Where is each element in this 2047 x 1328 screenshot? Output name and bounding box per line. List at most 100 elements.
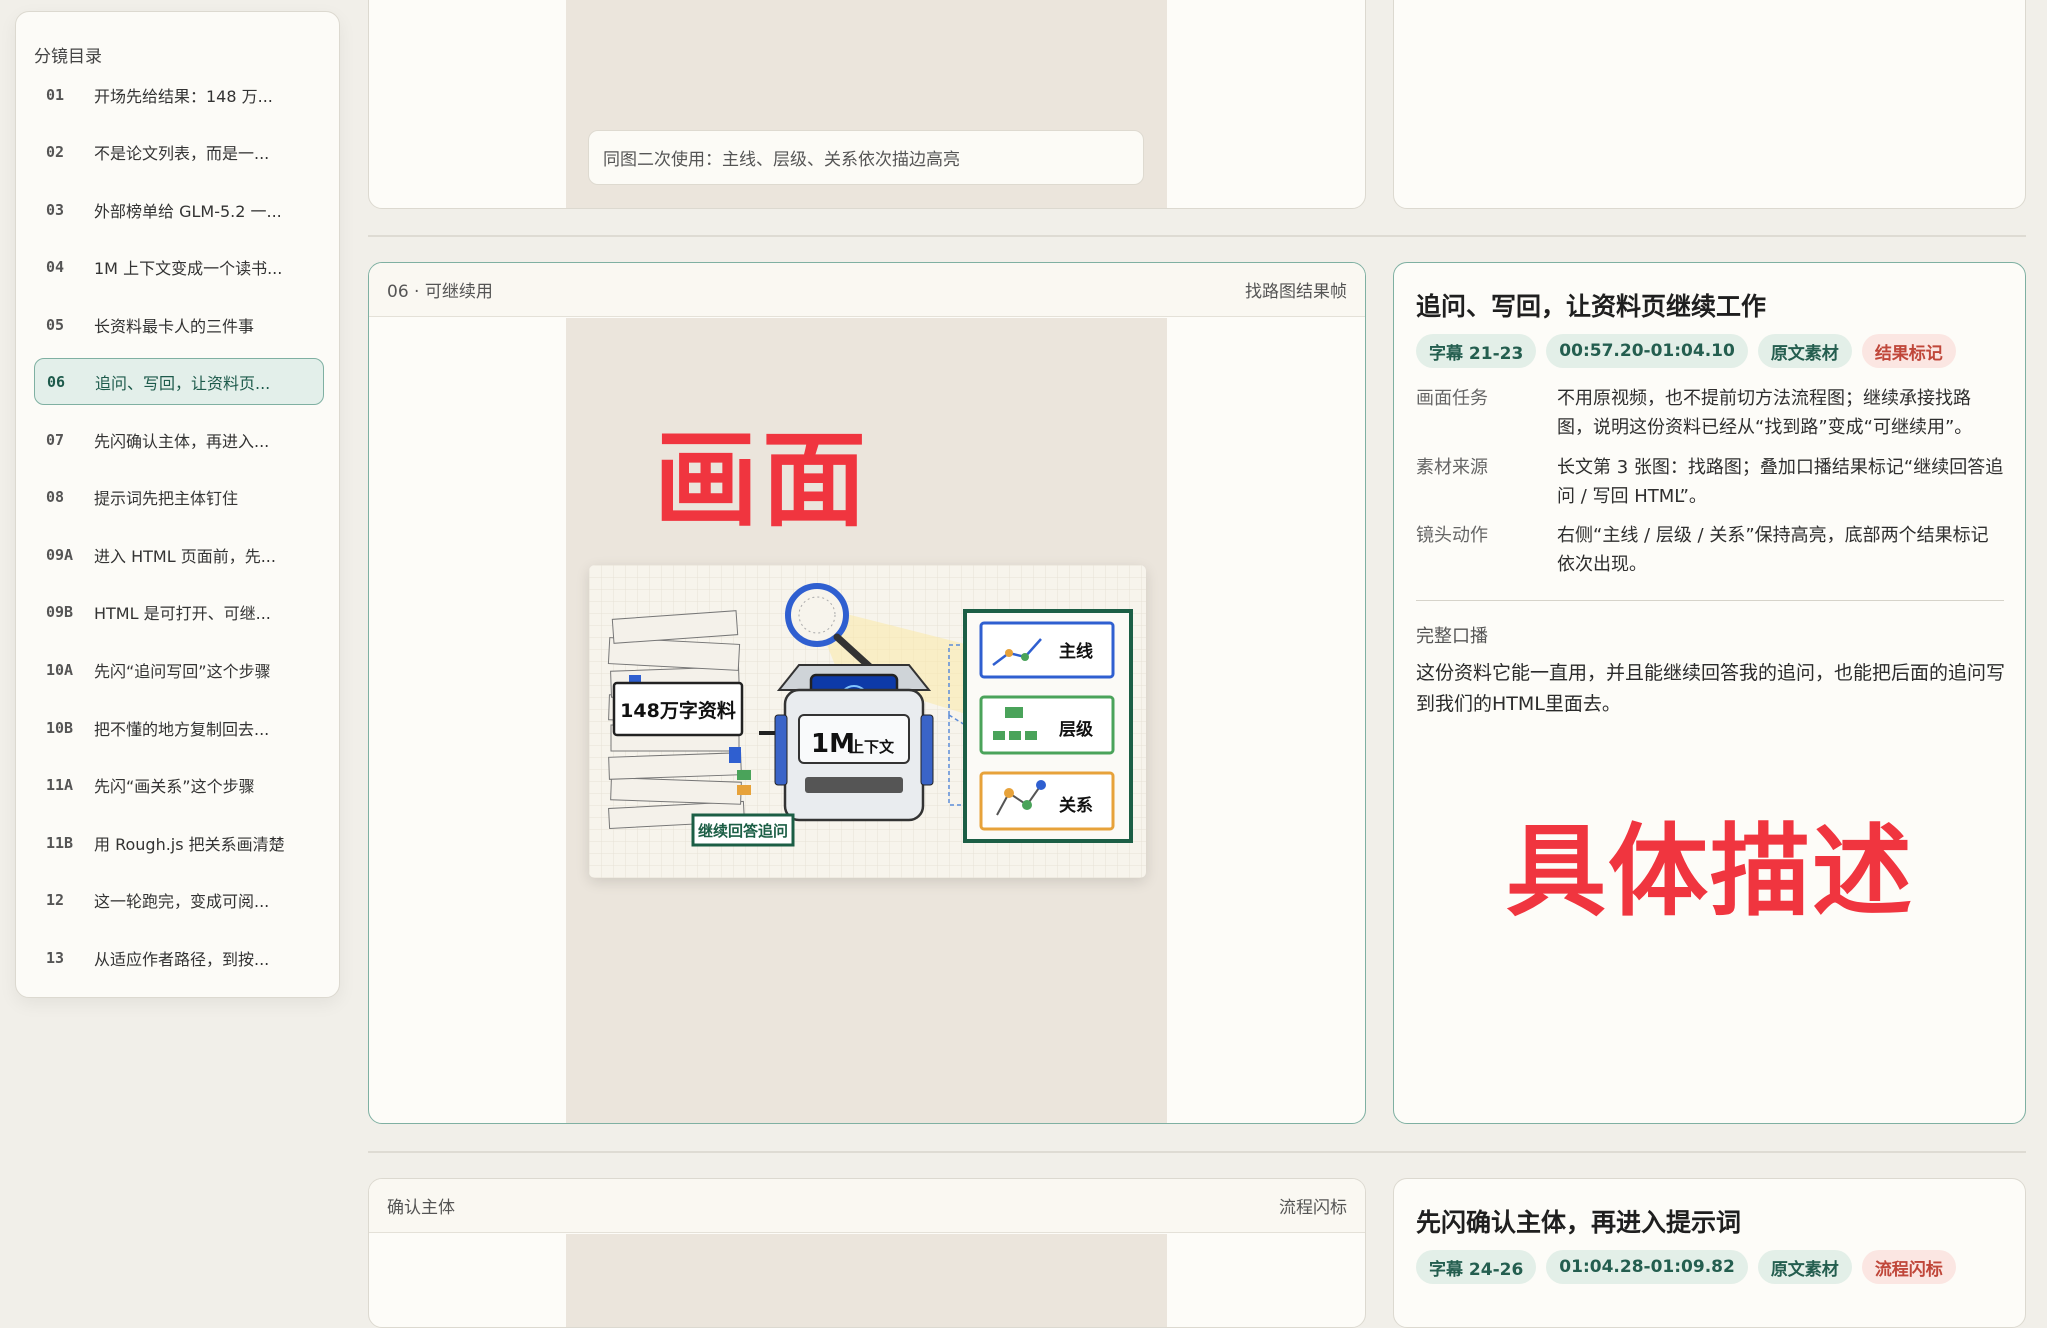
shot-07-title: 先闪确认主体，再进入提示词 xyxy=(1416,1208,1742,1237)
sidebar-item-09b[interactable]: 09B HTML 是可打开、可继... xyxy=(34,588,324,635)
shot-06-title: 追问、写回，让资料页继续工作 xyxy=(1416,292,1767,321)
overlay-label-description: 具体描述 xyxy=(1506,813,1914,930)
shot-06-header: 06 · 可继续用 找路图结果帧 xyxy=(369,263,1365,317)
detail-divider xyxy=(1416,600,2004,601)
meta-tag: 01:04.28-01:09.82 xyxy=(1546,1250,1748,1284)
meta-tag: 字幕 21-23 xyxy=(1416,334,1537,368)
sidebar-item-number: 11B xyxy=(46,833,74,852)
detail-row-value: 右侧“主线 / 层级 / 关系”保持高亮，底部两个结果标记依次出现。 xyxy=(1557,525,1989,575)
sidebar-title: 分镜目录 xyxy=(34,47,102,67)
path-finding-illustration: 148万字资料 1M 上下文 继续回答追问 主线 层级 关系 xyxy=(589,565,1146,878)
sidebar-item-label: 1M 上下文变成一个读书... xyxy=(94,258,283,278)
sidebar-item-label: 追问、写回，让资料页... xyxy=(95,373,271,393)
sidebar-item-number: 12 xyxy=(46,890,65,909)
sidebar-item-label: 这一轮跑完，变成可阅... xyxy=(94,891,270,911)
detail-row: 画面任务 不用原视频，也不提前切方法流程图；继续承接找路图，说明这份资料已经从“找… xyxy=(1416,384,2006,442)
sidebar-item-number: 13 xyxy=(46,948,65,967)
svg-text:继续回答追问: 继续回答追问 xyxy=(698,822,788,840)
sidebar-item-label: 长资料最卡人的三件事 xyxy=(94,316,255,336)
sidebar-item-number: 02 xyxy=(46,142,65,161)
sidebar-item-12[interactable]: 12 这一轮跑完，变成可阅... xyxy=(34,876,324,923)
sidebar-item-number: 11A xyxy=(46,775,74,794)
divider xyxy=(368,1151,2026,1153)
sidebar-item-number: 09B xyxy=(46,602,74,621)
shot-07-frame-card[interactable]: 确认主体 流程闪标 xyxy=(368,1178,1366,1328)
svg-text:层级: 层级 xyxy=(1059,719,1093,740)
shot-07-header: 确认主体 流程闪标 xyxy=(369,1179,1365,1233)
relation-panel: 关系 xyxy=(979,771,1115,831)
meta-tag: 原文素材 xyxy=(1757,1250,1852,1284)
shot-07-frame-type: 流程闪标 xyxy=(1279,1198,1347,1218)
full-narration-label: 完整口播 xyxy=(1416,626,1488,647)
sidebar-item-label: 提示词先把主体钉住 xyxy=(94,488,239,508)
shot-06-frame-type: 找路图结果帧 xyxy=(1245,282,1347,302)
sidebar-item-03[interactable]: 03 外部榜单给 GLM-5.2 一... xyxy=(34,186,324,233)
storyboard-sidebar: 分镜目录 01 开场先给结果：148 万... 02 不是论文列表，而是一... 03 外… xyxy=(15,11,340,998)
sidebar-item-06[interactable]: 06 追问、写回，让资料页... xyxy=(34,358,324,405)
sidebar-item-number: 01 xyxy=(46,85,65,104)
prev-shot-detail-card xyxy=(1393,0,2026,209)
meta-tag: 结果标记 xyxy=(1861,334,1956,368)
sidebar-item-label: 用 Rough.js 把关系画清楚 xyxy=(94,834,285,854)
sidebar-item-number: 09A xyxy=(46,545,74,564)
sidebar-item-11b[interactable]: 11B 用 Rough.js 把关系画清楚 xyxy=(34,819,324,866)
detail-row: 素材来源 长文第 3 张图：找路图；叠加口播结果标记“继续回答追问 / 写回 HT… xyxy=(1416,453,2006,511)
sidebar-item-05[interactable]: 05 长资料最卡人的三件事 xyxy=(34,301,324,348)
sidebar-item-number: 05 xyxy=(46,315,65,334)
detail-row-key: 素材来源 xyxy=(1416,457,1488,478)
meta-tag: 流程闪标 xyxy=(1861,1250,1956,1284)
shot-07-name: 确认主体 xyxy=(387,1198,455,1218)
detail-row-value: 不用原视频，也不提前切方法流程图；继续承接找路图，说明这份资料已经从“找到路”变… xyxy=(1557,388,1973,438)
sidebar-item-number: 10A xyxy=(46,660,74,679)
sidebar-item-label: 先闪“画关系”这个步骤 xyxy=(94,776,255,796)
detail-row-key: 画面任务 xyxy=(1416,388,1488,409)
meta-tag: 00:57.20-01:04.10 xyxy=(1546,334,1748,368)
sidebar-item-10b[interactable]: 10B 把不懂的地方复制回去... xyxy=(34,704,324,751)
sidebar-item-04[interactable]: 04 1M 上下文变成一个读书... xyxy=(34,243,324,290)
sidebar-item-number: 07 xyxy=(46,430,65,449)
illustration-svg: 148万字资料 1M 上下文 继续回答追问 主线 层级 关系 xyxy=(589,565,1146,878)
hierarchy-panel: 层级 xyxy=(979,695,1115,755)
sidebar-item-07[interactable]: 07 先闪确认主体，再进入... xyxy=(34,416,324,463)
divider xyxy=(368,235,2026,237)
svg-text:关系: 关系 xyxy=(1059,795,1093,816)
sidebar-item-label: 先闪确认主体，再进入... xyxy=(94,431,270,451)
shot-06-tags: 字幕 21-23 00:57.20-01:04.10 原文素材 结果标记 xyxy=(1416,334,1956,368)
svg-text:148万字资料: 148万字资料 xyxy=(620,699,736,722)
sidebar-item-label: 进入 HTML 页面前，先... xyxy=(94,546,276,566)
robot-1m-icon: 1M 上下文 xyxy=(774,664,934,822)
sidebar-item-label: 开场先给结果：148 万... xyxy=(94,86,273,106)
shot-06-name: 06 · 可继续用 xyxy=(387,282,493,302)
meta-tag: 原文素材 xyxy=(1757,334,1852,368)
overlay-label-frame: 画面 xyxy=(654,419,871,541)
mainline-panel: 主线 xyxy=(979,621,1115,679)
detail-row-key: 镜头动作 xyxy=(1416,525,1488,546)
full-narration-text: 这份资料它能一直用，并且能继续回答我的追问，也能把后面的追问写到我们的HTML里… xyxy=(1416,662,2006,715)
sidebar-item-label: 先闪“追问写回”这个步骤 xyxy=(94,661,271,681)
sidebar-item-number: 03 xyxy=(46,200,65,219)
sidebar-item-09a[interactable]: 09A 进入 HTML 页面前，先... xyxy=(34,531,324,578)
sidebar-item-label: HTML 是可打开、可继... xyxy=(94,603,271,623)
sidebar-item-11a[interactable]: 11A 先闪“画关系”这个步骤 xyxy=(34,761,324,808)
sidebar-item-label: 从适应作者路径，到按... xyxy=(94,949,270,969)
svg-text:主线: 主线 xyxy=(1059,641,1093,662)
detail-row-value: 长文第 3 张图：找路图；叠加口播结果标记“继续回答追问 / 写回 HTML”。 xyxy=(1557,457,2004,507)
sidebar-item-number: 08 xyxy=(46,487,65,506)
sidebar-item-label: 把不懂的地方复制回去... xyxy=(94,719,270,739)
sidebar-item-01[interactable]: 01 开场先给结果：148 万... xyxy=(34,71,324,118)
meta-tag: 字幕 24-26 xyxy=(1416,1250,1537,1284)
sidebar-item-13[interactable]: 13 从适应作者路径，到按... xyxy=(34,934,324,981)
sidebar-item-number: 04 xyxy=(46,257,65,276)
shot-07-tags: 字幕 24-26 01:04.28-01:09.82 原文素材 流程闪标 xyxy=(1416,1250,1956,1284)
svg-text:上下文: 上下文 xyxy=(849,738,895,756)
sidebar-item-10a[interactable]: 10A 先闪“追问写回”这个步骤 xyxy=(34,646,324,693)
sidebar-item-number: 10B xyxy=(46,718,74,737)
continue-answering-label: 继续回答追问 xyxy=(691,813,795,847)
sidebar-item-label: 不是论文列表，而是一... xyxy=(94,143,270,163)
sidebar-item-02[interactable]: 02 不是论文列表，而是一... xyxy=(34,128,324,175)
sidebar-item-08[interactable]: 08 提示词先把主体钉住 xyxy=(34,473,324,520)
sidebar-item-label: 外部榜单给 GLM-5.2 一... xyxy=(94,201,282,221)
sidebar-item-number: 06 xyxy=(47,372,66,391)
prev-shot-hint: 同图二次使用：主线、层级、关系依次描边高亮 xyxy=(588,130,1144,185)
detail-row: 镜头动作 右侧“主线 / 层级 / 关系”保持高亮，底部两个结果标记依次出现。 xyxy=(1416,521,2006,579)
